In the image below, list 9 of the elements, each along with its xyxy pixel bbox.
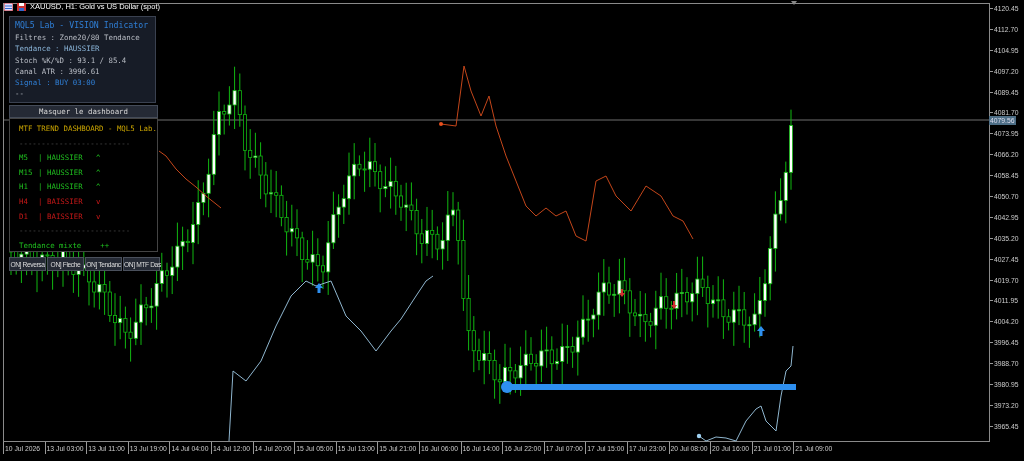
signal-dot: [439, 122, 443, 126]
up-arrow-icon: [315, 283, 323, 293]
chart-list-icon[interactable]: [4, 2, 13, 11]
panel-title: MQL5 Lab - VISION Indicator: [15, 20, 150, 30]
save-icon[interactable]: [17, 2, 26, 11]
up-arrow-icon: [757, 326, 765, 336]
down-arrow-icon: [671, 301, 677, 309]
signal-dot: [696, 433, 702, 439]
down-arrow-icon: [619, 289, 625, 297]
